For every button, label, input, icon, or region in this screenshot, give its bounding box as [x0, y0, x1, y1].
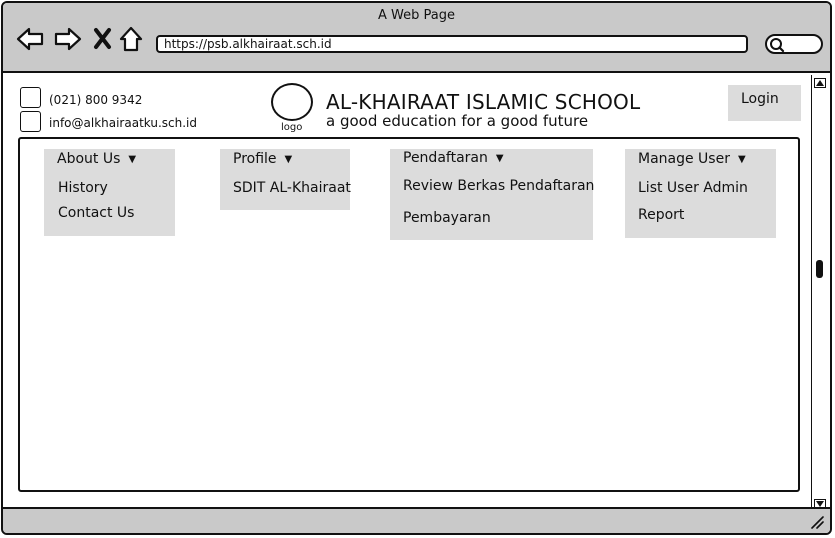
- menu-pendaftaran-toggle[interactable]: Pendaftaran ▼: [403, 150, 504, 166]
- menu-profile-toggle[interactable]: Profile ▼: [233, 151, 292, 167]
- address-bar[interactable]: https://psb.alkhairaat.sch.id: [156, 35, 748, 53]
- menu-pendaftaran-label: Pendaftaran: [403, 150, 488, 166]
- menu-about-us: About Us ▼ History Contact Us: [44, 149, 175, 236]
- menu-item-sdit-al-khairaat[interactable]: SDIT AL-Khairaat: [233, 180, 351, 196]
- search-icon: [770, 38, 785, 52]
- menu-about-us-label: About Us: [57, 151, 121, 167]
- back-icon[interactable]: [15, 25, 45, 53]
- browser-window: A Web Page https://psb.alkhairaat.sch.id: [1, 1, 832, 535]
- contact-phone: (021) 800 9342: [49, 93, 143, 107]
- resize-grip-icon[interactable]: [810, 515, 824, 529]
- forward-icon[interactable]: [53, 25, 83, 53]
- menu-manage-user-label: Manage User: [638, 151, 730, 167]
- caret-down-icon: ▼: [737, 154, 746, 165]
- tagline: a good education for a good future: [326, 112, 589, 130]
- menu-item-list-user-admin[interactable]: List User Admin: [638, 180, 748, 196]
- contact-email: info@alkhairaatku.sch.id: [49, 116, 198, 130]
- scroll-thumb[interactable]: [816, 260, 823, 278]
- menu-item-pembayaran[interactable]: Pembayaran: [403, 210, 491, 226]
- menu-manage-user: Manage User ▼ List User Admin Report: [625, 149, 776, 238]
- caret-down-icon: ▼: [128, 154, 137, 165]
- home-icon[interactable]: [118, 25, 148, 53]
- scroll-up-icon[interactable]: [814, 78, 826, 88]
- school-logo[interactable]: [271, 83, 313, 121]
- menu-item-report[interactable]: Report: [638, 207, 684, 223]
- close-icon[interactable]: [91, 25, 121, 53]
- email-icon: [20, 111, 41, 132]
- phone-icon: [20, 87, 41, 108]
- logo-label: logo: [281, 122, 303, 133]
- caret-down-icon: ▼: [284, 154, 293, 165]
- menu-profile: Profile ▼ SDIT AL-Khairaat: [220, 149, 351, 210]
- menu-about-us-toggle[interactable]: About Us ▼: [57, 151, 136, 167]
- menu-manage-user-toggle[interactable]: Manage User ▼: [638, 151, 746, 167]
- window-title: A Web Page: [378, 8, 455, 23]
- menu-pendaftaran: Pendaftaran ▼ Review Berkas Pendaftaran P…: [390, 149, 594, 240]
- page-title: AL-KHAIRAAT ISLAMIC SCHOOL: [326, 90, 641, 114]
- browser-toolbar: A Web Page https://psb.alkhairaat.sch.id: [3, 3, 830, 73]
- login-button[interactable]: Login: [728, 85, 801, 121]
- menu-item-history[interactable]: History: [58, 180, 108, 196]
- caret-down-icon: ▼: [495, 153, 504, 164]
- menu-item-review-berkas[interactable]: Review Berkas Pendaftaran: [403, 178, 594, 194]
- vertical-scrollbar[interactable]: [811, 75, 828, 512]
- menu-profile-label: Profile: [233, 151, 277, 167]
- status-bar: [3, 507, 830, 533]
- search-field[interactable]: [765, 34, 823, 54]
- menu-item-contact-us[interactable]: Contact Us: [58, 205, 134, 221]
